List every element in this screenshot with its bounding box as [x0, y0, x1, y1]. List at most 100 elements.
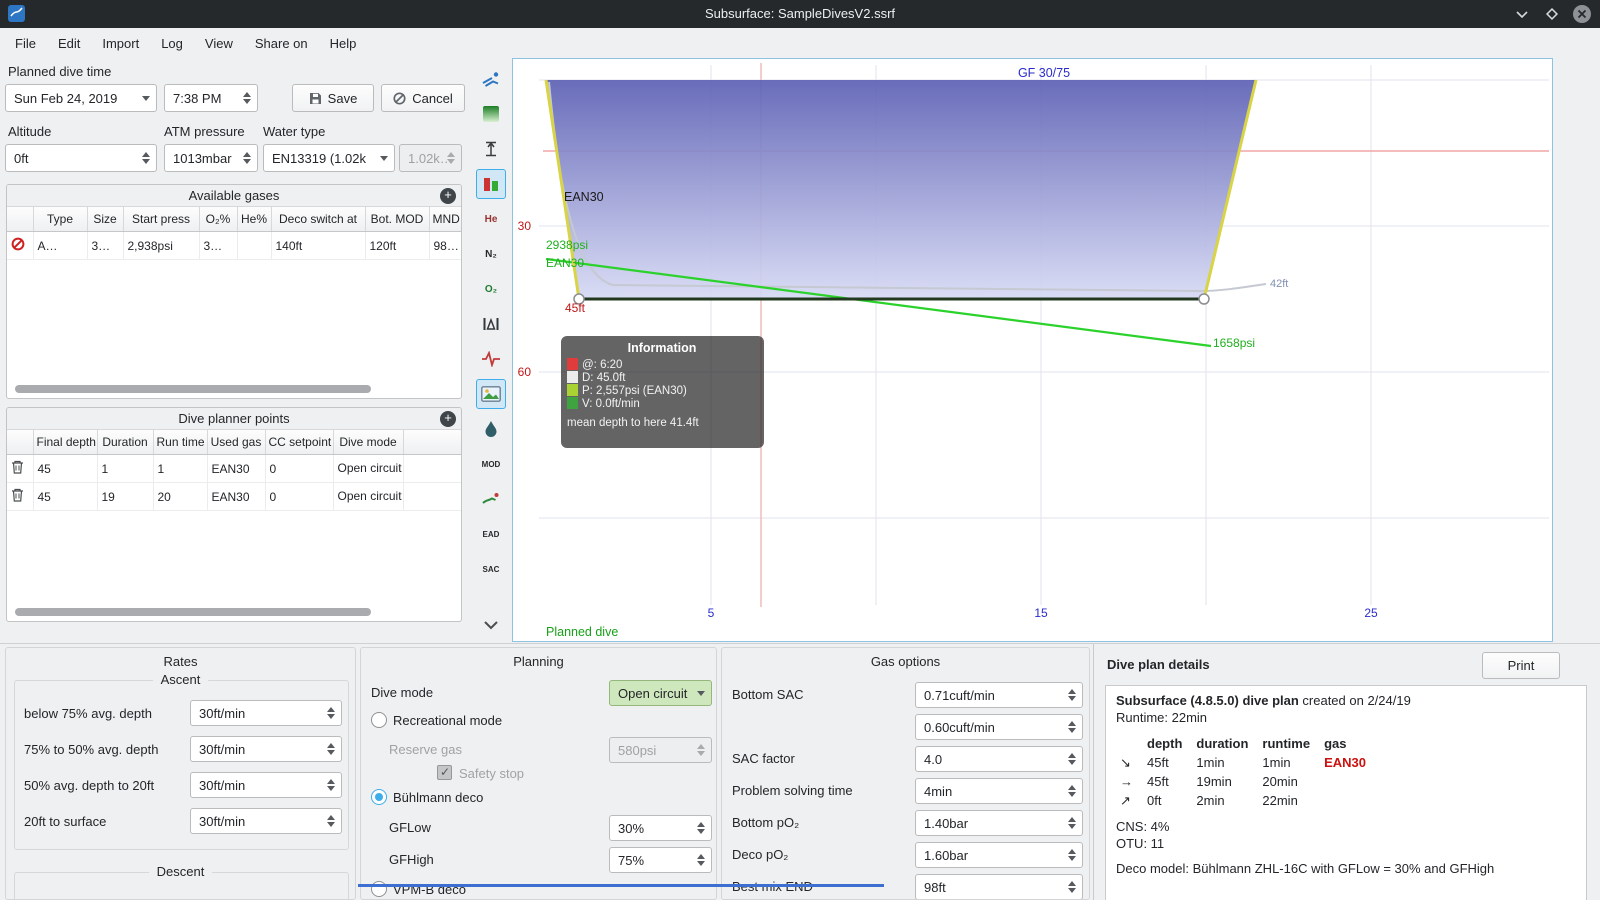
gfhigh-spinbox[interactable]: 75% [609, 847, 712, 873]
point-duration-cell[interactable]: 19 [97, 482, 154, 511]
gas-he-cell[interactable] [237, 231, 272, 260]
point-runtime-cell[interactable]: 1 [153, 454, 208, 483]
ascent-rate-1-spinbox[interactable]: 30ft/min [190, 700, 342, 726]
dc-ceiling-icon[interactable] [476, 169, 506, 199]
gases-header-deco-switch[interactable]: Deco switch at [271, 207, 366, 232]
spin-arrows-icon [327, 742, 336, 756]
points-header-cc-setpoint[interactable]: CC setpoint [265, 430, 334, 455]
atm-pressure-spinbox[interactable]: 1013mbar [164, 144, 258, 172]
dive-profile-chart[interactable]: GF 30/75 EAN30 2938psi EAN30 45ft 1658ps… [512, 58, 1553, 642]
close-icon[interactable] [1572, 4, 1592, 24]
points-header-dive-mode[interactable]: Dive mode [333, 430, 404, 455]
points-horizontal-scrollbar[interactable] [15, 608, 371, 616]
point-mode-cell[interactable]: Open circuit [333, 454, 404, 483]
dive-plan-text: Subsurface (4.8.5.0) dive plan created o… [1105, 685, 1587, 900]
point-setpoint-cell[interactable]: 0 [265, 482, 334, 511]
delete-point-icon[interactable] [7, 454, 34, 483]
ascent-rate-4-spinbox[interactable]: 30ft/min [190, 808, 342, 834]
delete-point-icon[interactable] [7, 482, 34, 511]
scroll-down-icon[interactable] [476, 610, 506, 640]
menu-share-on[interactable]: Share on [244, 31, 319, 56]
menu-edit[interactable]: Edit [47, 31, 91, 56]
gases-header-he[interactable]: He% [237, 207, 272, 232]
gases-header-mnd[interactable]: MND [429, 207, 461, 232]
best-mix-end-spinbox[interactable]: 98ft [915, 874, 1083, 899]
swimmer-icon[interactable] [476, 484, 506, 514]
gas-bot-mod-cell[interactable]: 120ft [365, 231, 430, 260]
dive-mode-combobox[interactable]: Open circuit [609, 680, 712, 706]
bottom-sac-spinbox[interactable]: 0.71cuft/min [915, 682, 1083, 708]
gas-start-press-cell[interactable]: 2,938psi [123, 231, 200, 260]
dive-date-combobox[interactable]: Sun Feb 24, 2019 [5, 84, 157, 112]
gas-mnd-cell[interactable]: 98… [429, 231, 461, 260]
ascent-rate-2-spinbox[interactable]: 30ft/min [190, 736, 342, 762]
gas-size-cell[interactable]: 3… [87, 231, 124, 260]
gas-density-icon[interactable] [476, 414, 506, 444]
dive-planner-points-group: Dive planner points + Final depth Durati… [6, 407, 462, 622]
deco-po2-spinbox[interactable]: 1.60bar [915, 842, 1083, 868]
gases-header-bot-mod[interactable]: Bot. MOD [365, 207, 430, 232]
gases-header-start-press[interactable]: Start press [123, 207, 200, 232]
deco-sac-spinbox[interactable]: 0.60cuft/min [915, 714, 1083, 740]
diver-icon[interactable] [476, 64, 506, 94]
points-header-final-depth[interactable]: Final depth [33, 430, 98, 455]
cancel-button[interactable]: Cancel [381, 84, 465, 112]
tooltip-line: D: 45.0ft [582, 372, 626, 384]
save-icon [309, 92, 321, 104]
ambient-pressure-icon[interactable] [476, 309, 506, 339]
mod-icon[interactable]: MOD [476, 449, 506, 479]
delete-gas-icon[interactable] [7, 231, 34, 260]
sac-icon[interactable]: SAC [476, 554, 506, 584]
bottom-scrollbar[interactable] [358, 884, 884, 887]
altitude-spinbox[interactable]: 0ft [5, 144, 157, 172]
ceiling-gradient-icon[interactable] [476, 99, 506, 129]
photos-icon[interactable] [476, 379, 506, 409]
spin-arrows-icon [1068, 688, 1077, 702]
add-point-button[interactable]: + [440, 411, 456, 427]
gas-deco-switch-cell[interactable]: 140ft [271, 231, 366, 260]
profile-handle[interactable] [1198, 293, 1210, 305]
point-gas-cell[interactable]: EAN30 [207, 454, 266, 483]
gases-horizontal-scrollbar[interactable] [15, 385, 371, 393]
point-depth-cell[interactable]: 45 [33, 482, 98, 511]
menu-import[interactable]: Import [91, 31, 150, 56]
menu-log[interactable]: Log [150, 31, 194, 56]
gas-o2-cell[interactable]: 3… [199, 231, 238, 260]
recreational-mode-radio[interactable] [371, 712, 387, 728]
gas-type-cell[interactable]: A… [33, 231, 88, 260]
gases-header-size[interactable]: Size [87, 207, 124, 232]
points-header-used-gas[interactable]: Used gas [207, 430, 266, 455]
ruler-icon[interactable] [476, 134, 506, 164]
sac-factor-spinbox[interactable]: 4.0 [915, 746, 1083, 772]
buhlmann-deco-radio[interactable] [371, 789, 387, 805]
points-header-duration[interactable]: Duration [97, 430, 154, 455]
point-gas-cell[interactable]: EAN30 [207, 482, 266, 511]
oxygen-graph-icon[interactable]: O₂ [476, 274, 506, 304]
heart-rate-icon[interactable] [476, 344, 506, 374]
ead-icon[interactable]: EAD [476, 519, 506, 549]
point-duration-cell[interactable]: 1 [97, 454, 154, 483]
gases-header-type[interactable]: Type [33, 207, 88, 232]
dive-time-spinbox[interactable]: 7:38 PM [164, 84, 258, 112]
point-runtime-cell[interactable]: 20 [153, 482, 208, 511]
menu-view[interactable]: View [194, 31, 244, 56]
point-setpoint-cell[interactable]: 0 [265, 454, 334, 483]
print-button[interactable]: Print [1482, 652, 1560, 679]
menu-help[interactable]: Help [319, 31, 368, 56]
point-mode-cell[interactable]: Open circuit [333, 482, 404, 511]
point-depth-cell[interactable]: 45 [33, 454, 98, 483]
minimize-icon[interactable] [1512, 4, 1532, 24]
problem-solving-time-spinbox[interactable]: 4min [915, 778, 1083, 804]
add-gas-button[interactable]: + [440, 188, 456, 204]
helium-graph-icon[interactable]: He [476, 204, 506, 234]
ascent-rate-3-spinbox[interactable]: 30ft/min [190, 772, 342, 798]
bottom-po2-spinbox[interactable]: 1.40bar [915, 810, 1083, 836]
menu-file[interactable]: File [4, 31, 47, 56]
gases-header-o2[interactable]: O₂% [199, 207, 238, 232]
points-header-run-time[interactable]: Run time [153, 430, 208, 455]
maximize-icon[interactable] [1542, 4, 1562, 24]
save-button[interactable]: Save [292, 84, 374, 112]
nitrogen-graph-icon[interactable]: N₂ [476, 239, 506, 269]
gflow-spinbox[interactable]: 30% [609, 815, 712, 841]
water-type-combobox[interactable]: EN13319 (1.02k [263, 144, 395, 172]
